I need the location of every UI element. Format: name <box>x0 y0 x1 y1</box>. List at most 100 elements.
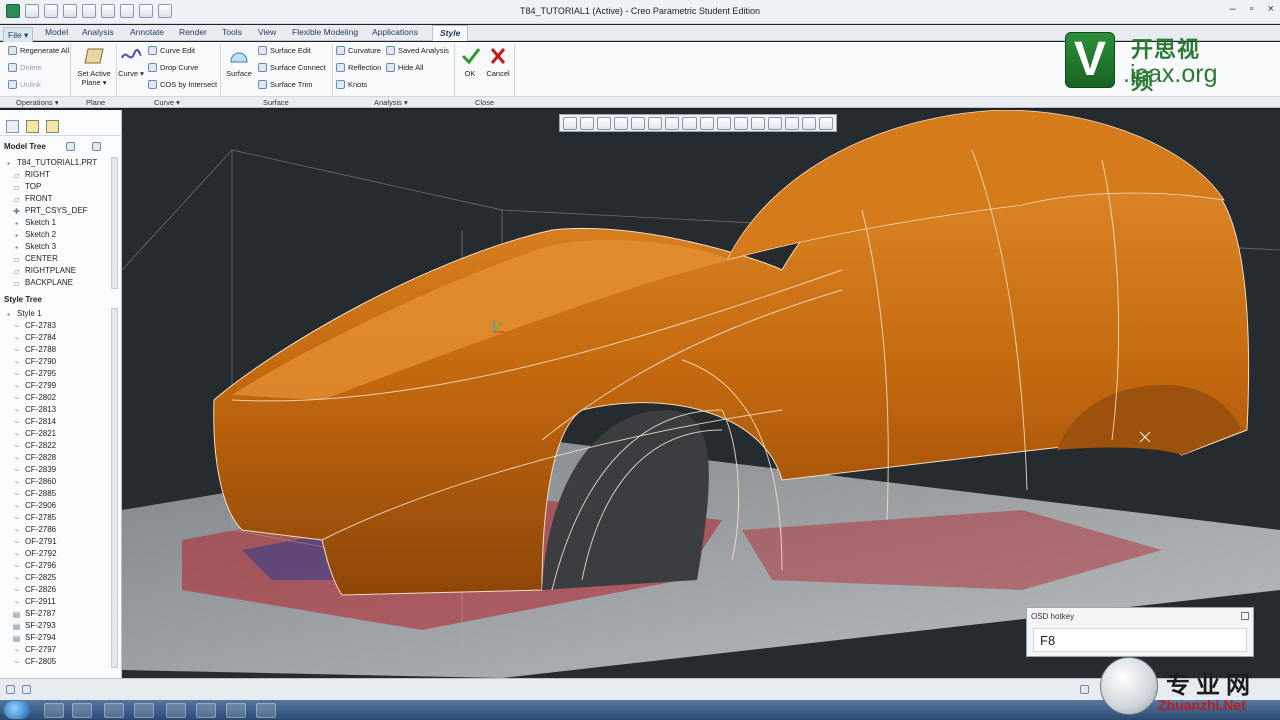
datum-display-icon[interactable] <box>699 116 714 130</box>
taskbar-app-icon[interactable] <box>256 703 276 718</box>
style-tree-item[interactable]: ~ CF-2814 <box>4 416 112 428</box>
saved-orientations-icon[interactable] <box>648 116 663 130</box>
style-tree-item[interactable]: ~ CF-2860 <box>4 476 112 488</box>
model-tree-item[interactable]: ▪ Sketch 3 <box>4 241 112 253</box>
surface-trim-button[interactable]: Surface Trim <box>258 80 313 89</box>
style-tree-item[interactable]: ~ CF-2796 <box>4 560 112 572</box>
surface-connect-button[interactable]: Surface Connect <box>258 63 326 72</box>
style-tree-item[interactable]: ~ CF-2828 <box>4 452 112 464</box>
style-tree-item[interactable]: ▤ SF-2793 <box>4 620 112 632</box>
display-style-icon[interactable] <box>631 116 646 130</box>
style-tree-item[interactable]: ~ CF-2839 <box>4 464 112 476</box>
tab-flexible-modeling[interactable]: Flexible Modeling <box>292 27 358 37</box>
refit-icon[interactable] <box>563 116 578 130</box>
taskbar-chrome-icon[interactable] <box>166 703 186 718</box>
model-tree-item[interactable]: ▱ CENTER <box>4 253 112 265</box>
model-tree-item[interactable]: ▱ RIGHT <box>4 169 112 181</box>
axis-display-icon[interactable] <box>767 116 782 130</box>
annotation-display-icon[interactable] <box>733 116 748 130</box>
curve-button[interactable]: Curve ▾ <box>118 46 144 78</box>
start-button[interactable] <box>4 701 30 719</box>
model-tree-item[interactable]: ▪ T84_TUTORIAL1.PRT <box>4 157 112 169</box>
tab-analysis[interactable]: Analysis <box>82 27 114 37</box>
plane-display-icon[interactable] <box>750 116 765 130</box>
style-tree-item[interactable]: ~ CF-2906 <box>4 500 112 512</box>
model-tree-item[interactable]: ✚ PRT_CSYS_DEF <box>4 205 112 217</box>
style-tree-item[interactable]: ~ CF-2822 <box>4 440 112 452</box>
spin-center-icon[interactable] <box>716 116 731 130</box>
style-tree-item[interactable]: ~ CF-2790 <box>4 356 112 368</box>
cancel-button[interactable]: Cancel <box>484 46 512 78</box>
osd-close-icon[interactable] <box>1241 612 1249 620</box>
style-tree-item[interactable]: ~ CF-2797 <box>4 644 112 656</box>
section-icon[interactable] <box>818 116 833 130</box>
ok-button[interactable]: OK <box>460 46 481 78</box>
model-tree-item[interactable]: ▱ RIGHTPLANE <box>4 265 112 277</box>
unlink-button[interactable]: Unlink <box>8 80 41 89</box>
tree-settings-icon[interactable] <box>66 142 75 151</box>
set-active-plane-button[interactable]: Set Active Plane ▾ <box>74 46 114 87</box>
curve-edit-button[interactable]: Curve Edit <box>148 46 195 55</box>
hide-all-button[interactable]: Hide All <box>386 63 423 72</box>
group-curve[interactable]: Curve ▾ <box>154 98 180 107</box>
saved-analysis-button[interactable]: Saved Analysis <box>386 46 449 55</box>
perspective-icon[interactable] <box>682 116 697 130</box>
style-tree-item[interactable]: ~ CF-2813 <box>4 404 112 416</box>
style-tree-item[interactable]: ▤ SF-2787 <box>4 608 112 620</box>
style-tree-item[interactable]: ~ CF-2826 <box>4 584 112 596</box>
regenerate-all-button[interactable]: Regenerate All <box>8 46 69 55</box>
delete-button[interactable]: Delete <box>8 63 42 72</box>
selection-filter-icon[interactable] <box>1080 685 1089 694</box>
toggle-navigator-icon[interactable] <box>6 685 15 694</box>
favorites-tab-icon[interactable] <box>46 120 59 133</box>
surface-button[interactable]: Surface <box>224 46 254 78</box>
repaint-icon[interactable] <box>614 116 629 130</box>
taskbar-app-icon[interactable] <box>196 703 216 718</box>
model-tree-tab-icon[interactable] <box>6 120 19 133</box>
style-tree-item[interactable]: ~ CF-2795 <box>4 368 112 380</box>
style-tree-item[interactable]: ~ CF-2825 <box>4 572 112 584</box>
taskbar-app-icon[interactable] <box>72 703 92 718</box>
style-tree-item[interactable]: ~ CF-2885 <box>4 488 112 500</box>
curvature-button[interactable]: Curvature <box>336 46 381 55</box>
view-manager-icon[interactable] <box>665 116 680 130</box>
zoom-out-icon[interactable] <box>597 116 612 130</box>
graphics-viewport[interactable] <box>122 110 1280 678</box>
taskbar-folder-icon[interactable] <box>226 703 246 718</box>
style-tree-scrollbar[interactable] <box>111 308 118 668</box>
style-tree-item[interactable]: ~ CF-2784 <box>4 332 112 344</box>
model-tree-item[interactable]: ▪ Sketch 1 <box>4 217 112 229</box>
reflection-button[interactable]: Reflection <box>336 63 381 72</box>
tab-annotate[interactable]: Annotate <box>130 27 164 37</box>
surface-edit-button[interactable]: Surface Edit <box>258 46 311 55</box>
style-tree-item[interactable]: ~ CF-2788 <box>4 344 112 356</box>
group-operations[interactable]: Operations ▾ <box>16 98 59 107</box>
close-button[interactable]: × <box>1268 3 1274 15</box>
tab-applications[interactable]: Applications <box>372 27 418 37</box>
style-tree-item[interactable]: ~ OF-2792 <box>4 548 112 560</box>
maximize-button[interactable]: ▫ <box>1250 3 1254 15</box>
model-tree-item[interactable]: ▱ BACKPLANE <box>4 277 112 289</box>
style-tree-item[interactable]: ~ CF-2802 <box>4 392 112 404</box>
tab-view[interactable]: View <box>258 27 276 37</box>
model-tree-item[interactable]: ▱ FRONT <box>4 193 112 205</box>
style-tree-item[interactable]: ~ CF-2783 <box>4 320 112 332</box>
point-display-icon[interactable] <box>784 116 799 130</box>
tree-filter-icon[interactable] <box>92 142 101 151</box>
knots-button[interactable]: Knots <box>336 80 367 89</box>
style-tree-item[interactable]: ~ CF-2821 <box>4 428 112 440</box>
taskbar-app-icon[interactable] <box>104 703 124 718</box>
minimize-button[interactable]: – <box>1230 3 1236 15</box>
csys-display-icon[interactable] <box>801 116 816 130</box>
taskbar-app-icon[interactable] <box>44 703 64 718</box>
zoom-in-icon[interactable] <box>580 116 595 130</box>
tab-tools[interactable]: Tools <box>222 27 242 37</box>
style-tree-item[interactable]: ▤ SF-2794 <box>4 632 112 644</box>
toggle-browser-icon[interactable] <box>22 685 31 694</box>
drop-curve-button[interactable]: Drop Curve <box>148 63 198 72</box>
style-tree-item[interactable]: ~ CF-2911 <box>4 596 112 608</box>
tab-model[interactable]: Model <box>45 27 68 37</box>
group-analysis[interactable]: Analysis ▾ <box>374 98 408 107</box>
style-tree-item[interactable]: ~ CF-2785 <box>4 512 112 524</box>
style-tree-item[interactable]: ~ CF-2805 <box>4 656 112 668</box>
